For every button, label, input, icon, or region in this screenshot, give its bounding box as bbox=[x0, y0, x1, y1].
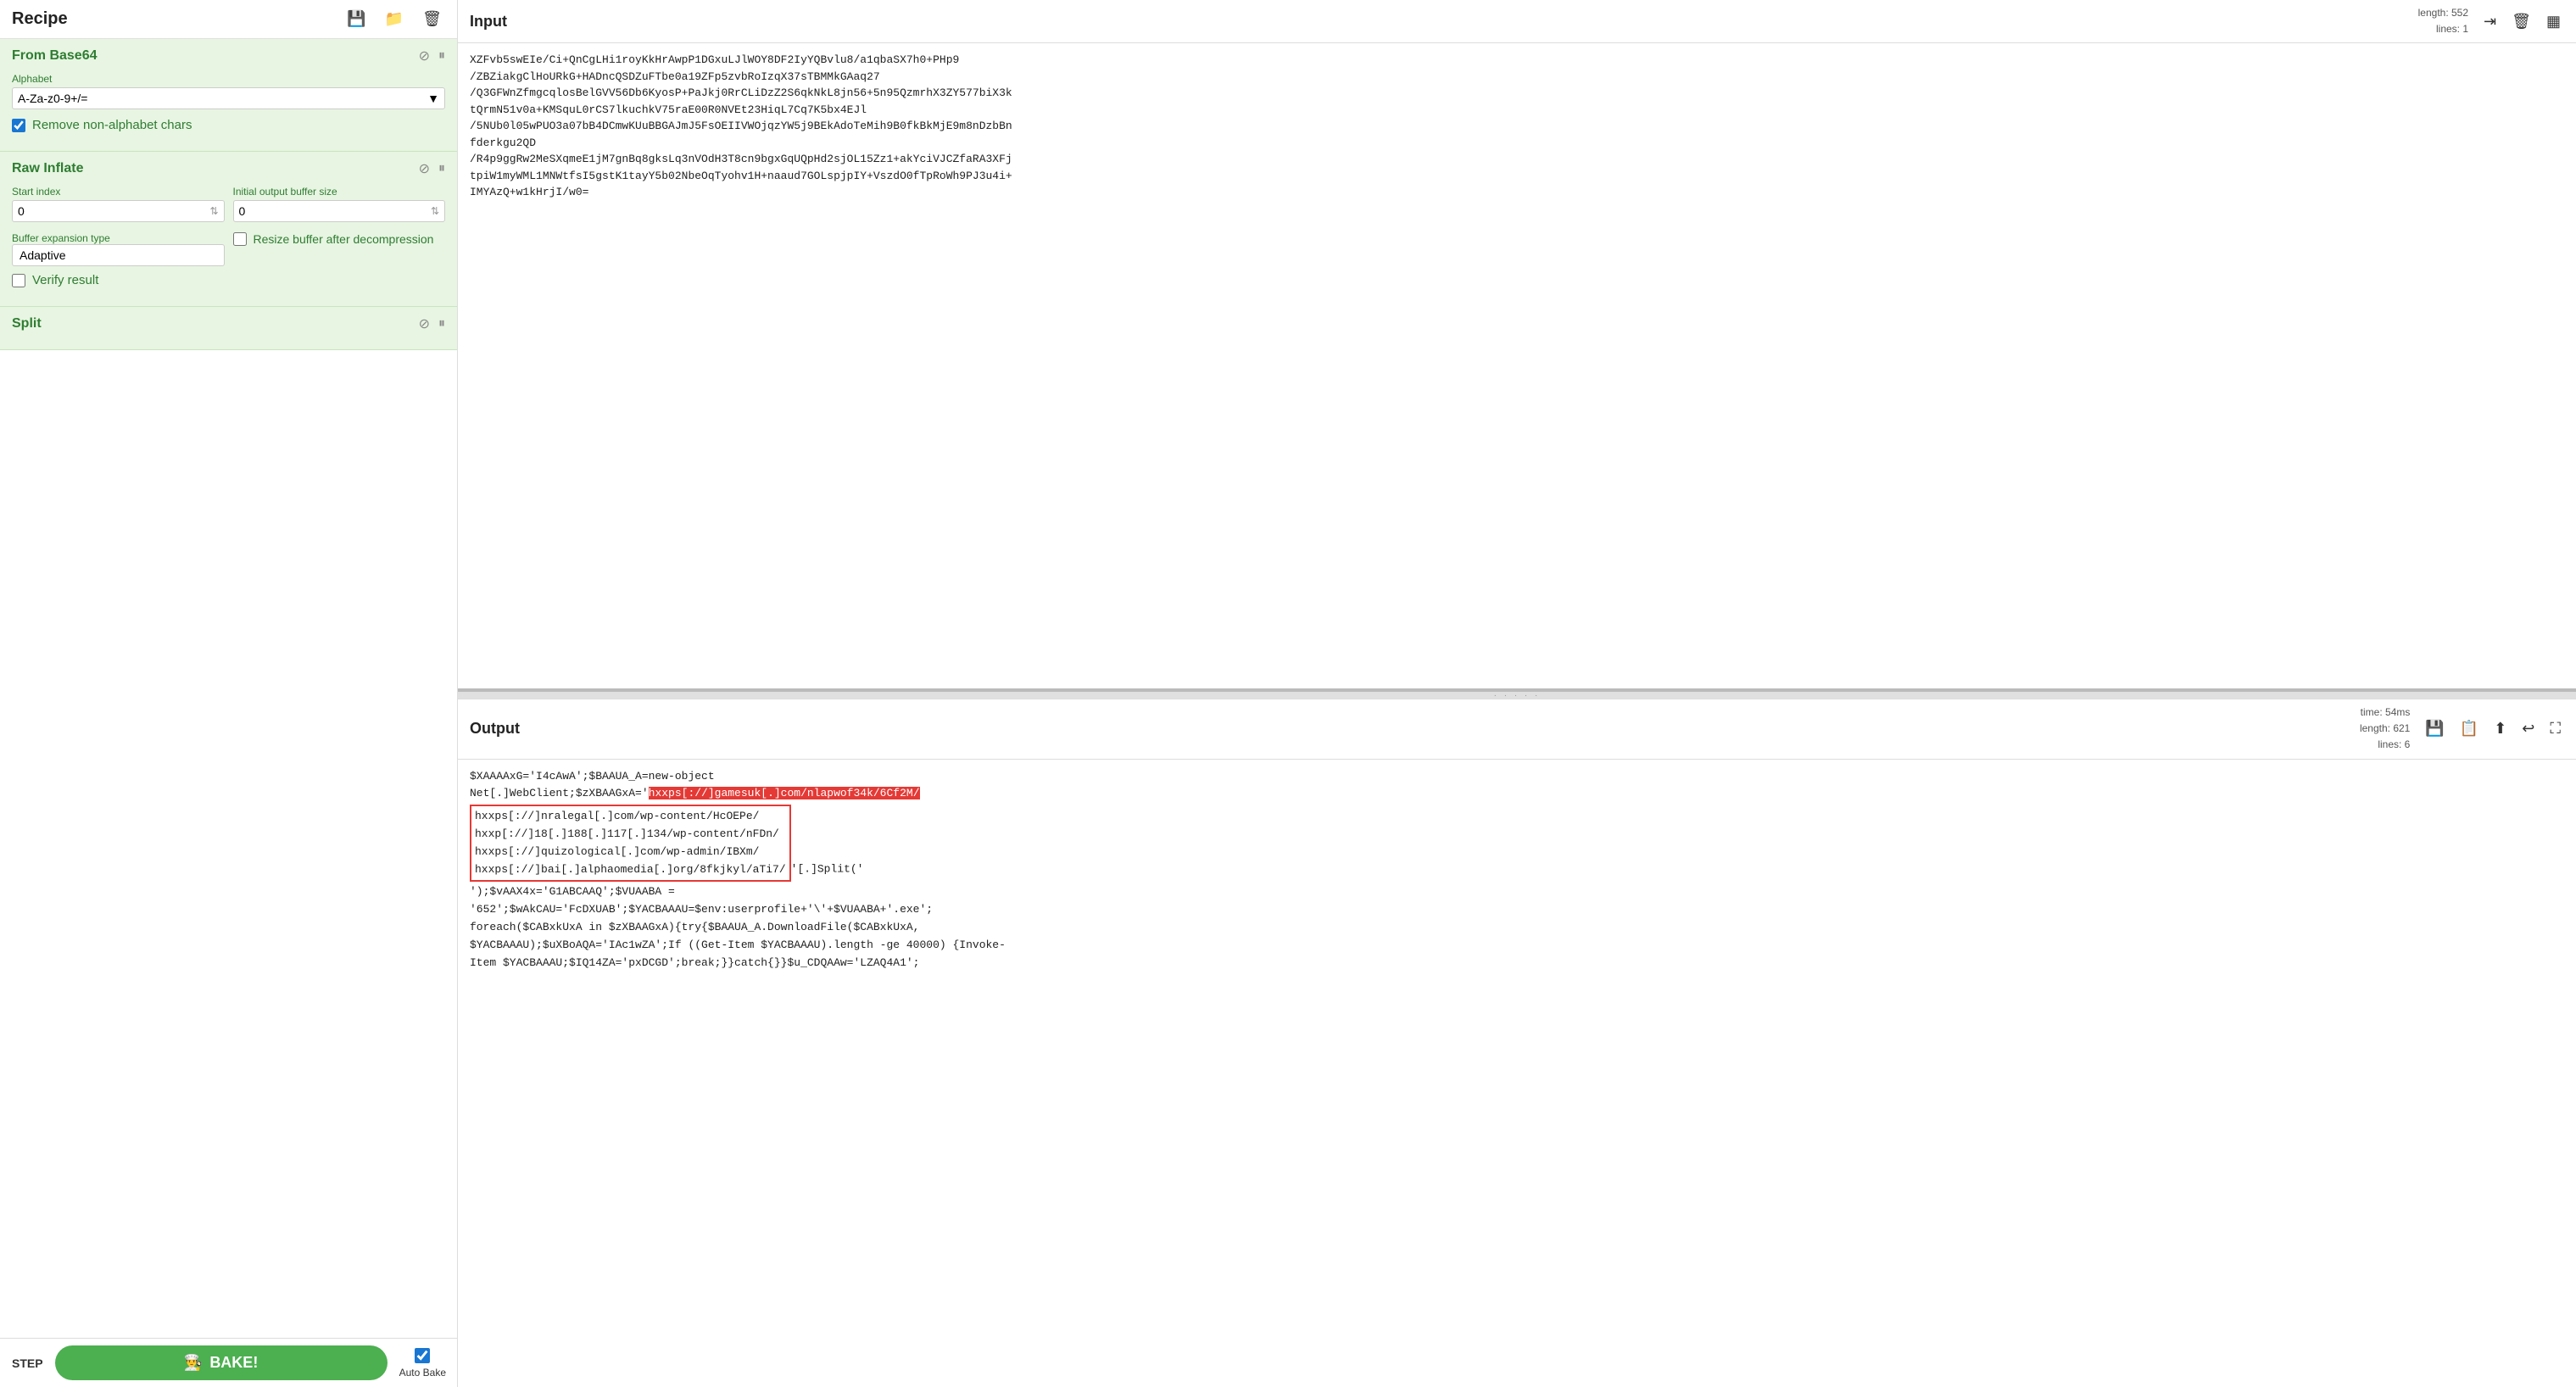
io-divider[interactable]: · · · · · bbox=[458, 692, 2576, 699]
raw-inflate-header: Raw Inflate ⊘ ⏸ bbox=[12, 160, 445, 177]
output-lines-value: 6 bbox=[2405, 738, 2411, 750]
resize-buffer-checkbox[interactable] bbox=[233, 232, 247, 246]
input-icons: ⇥ 🗑 ▦ bbox=[2480, 11, 2564, 32]
buffer-expansion-label: Buffer expansion type bbox=[12, 232, 110, 244]
raw-inflate-disable-button[interactable]: ⊘ bbox=[419, 160, 430, 177]
output-copy-button[interactable]: 📋 bbox=[2456, 718, 2482, 739]
save-recipe-button[interactable]: 💾 bbox=[343, 8, 369, 30]
input-content[interactable]: XZFvb5swEIe/Ci+QnCgLHi1royKkHrAwpP1DGxuL… bbox=[458, 43, 2576, 688]
raw-inflate-card: Raw Inflate ⊘ ⏸ Start index ⇅ Initial ou… bbox=[0, 152, 457, 307]
resize-buffer-group: Resize buffer after decompression bbox=[233, 231, 446, 246]
input-section: Input length: 552 lines: 1 ⇥ 🗑 ▦ XZFvb5s… bbox=[458, 0, 2576, 692]
start-index-stepper-icon[interactable]: ⇅ bbox=[209, 205, 218, 217]
verify-result-row: Verify result bbox=[12, 273, 445, 287]
recipe-header-icons: 💾 📁 🗑 bbox=[343, 8, 445, 30]
output-time-label: time: bbox=[2361, 706, 2385, 718]
bake-icon: 👨‍🍳 bbox=[184, 1354, 203, 1372]
recipe-title: Recipe bbox=[12, 9, 343, 29]
right-panel: Input length: 552 lines: 1 ⇥ 🗑 ▦ XZFvb5s… bbox=[458, 0, 2576, 1387]
alphabet-value: A-Za-z0-9+/= bbox=[18, 92, 87, 105]
alphabet-field-group: Alphabet A-Za-z0-9+/= ▼ bbox=[12, 73, 445, 109]
split-disable-button[interactable]: ⊘ bbox=[419, 315, 430, 332]
output-time-value: 54ms bbox=[2385, 706, 2410, 718]
left-panel: Recipe 💾 📁 🗑 From Base64 ⊘ ⏸ Alphabet A-… bbox=[0, 0, 458, 1387]
from-base64-card: From Base64 ⊘ ⏸ Alphabet A-Za-z0-9+/= ▼ … bbox=[0, 39, 457, 152]
input-title: Input bbox=[470, 13, 2418, 31]
start-index-input[interactable] bbox=[18, 204, 209, 218]
output-share-button[interactable]: ⬆ bbox=[2490, 718, 2510, 739]
alphabet-label: Alphabet bbox=[12, 73, 445, 85]
from-base64-pause-button[interactable]: ⏸ bbox=[438, 48, 445, 64]
step-label: STEP bbox=[12, 1356, 43, 1370]
delete-recipe-button[interactable]: 🗑 bbox=[419, 8, 445, 30]
buffer-expansion-value: Adaptive bbox=[20, 248, 65, 262]
initial-buffer-input-wrapper: ⇅ bbox=[233, 200, 446, 222]
start-index-input-wrapper: ⇅ bbox=[12, 200, 225, 222]
inflate-fields-row: Start index ⇅ Initial output buffer size… bbox=[12, 186, 445, 222]
start-index-label: Start index bbox=[12, 186, 225, 198]
output-length-value: 621 bbox=[2393, 722, 2410, 734]
initial-buffer-stepper-icon[interactable]: ⇅ bbox=[431, 205, 439, 217]
output-section: Output time: 54ms length: 621 lines: 6 💾… bbox=[458, 699, 2576, 1387]
output-title: Output bbox=[470, 720, 2360, 738]
auto-bake-label: Auto Bake bbox=[399, 1367, 446, 1379]
output-icons: 💾 📋 ⬆ ↩ ⛶ bbox=[2422, 718, 2564, 739]
verify-result-label: Verify result bbox=[32, 273, 98, 287]
raw-inflate-pause-button[interactable]: ⏸ bbox=[438, 161, 445, 176]
output-undo-button[interactable]: ↩ bbox=[2518, 718, 2538, 739]
input-length-label: length: bbox=[2418, 7, 2451, 19]
input-load-button[interactable]: ⇥ bbox=[2480, 11, 2500, 32]
verify-result-checkbox[interactable] bbox=[12, 274, 25, 287]
input-length-value: 552 bbox=[2451, 7, 2468, 19]
remove-nonalpha-label: Remove non-alphabet chars bbox=[32, 118, 192, 132]
buffer-expansion-row: Buffer expansion type Adaptive Resize bu… bbox=[12, 231, 445, 266]
alphabet-dropdown-icon: ▼ bbox=[427, 92, 439, 105]
output-url-box: hxxps[://]nralegal[.]com/wp-content/HcOE… bbox=[470, 805, 791, 882]
recipe-scroll-area: From Base64 ⊘ ⏸ Alphabet A-Za-z0-9+/= ▼ … bbox=[0, 39, 457, 1387]
split-pause-button[interactable]: ⏸ bbox=[438, 316, 445, 331]
initial-buffer-group: Initial output buffer size ⇅ bbox=[233, 186, 446, 222]
remove-nonalpha-checkbox[interactable] bbox=[12, 119, 25, 132]
bake-button[interactable]: 👨‍🍳 BAKE! bbox=[55, 1345, 388, 1380]
output-highlight-inline: hxxps[://]gamesuk[.]com/nlapwof34k/6Cf2M… bbox=[649, 787, 920, 799]
initial-buffer-input[interactable] bbox=[239, 204, 431, 218]
from-base64-controls: ⊘ ⏸ bbox=[419, 47, 445, 64]
input-header: Input length: 552 lines: 1 ⇥ 🗑 ▦ bbox=[458, 0, 2576, 43]
output-lines-label: lines: bbox=[2378, 738, 2404, 750]
input-clear-button[interactable]: 🗑 bbox=[2508, 11, 2534, 32]
split-card: Split ⊘ ⏸ bbox=[0, 307, 457, 350]
buffer-expansion-select[interactable]: Adaptive bbox=[12, 244, 225, 266]
output-expand-button[interactable]: ⛶ bbox=[2546, 718, 2564, 739]
split-header: Split ⊘ ⏸ bbox=[12, 315, 445, 332]
from-base64-title: From Base64 bbox=[12, 48, 98, 64]
split-controls: ⊘ ⏸ bbox=[419, 315, 445, 332]
bake-label: BAKE! bbox=[209, 1354, 258, 1372]
split-title: Split bbox=[12, 316, 42, 331]
input-lines-value: 1 bbox=[2462, 23, 2468, 35]
raw-inflate-controls: ⊘ ⏸ bbox=[419, 160, 445, 177]
alphabet-select[interactable]: A-Za-z0-9+/= ▼ bbox=[12, 87, 445, 109]
input-layout-button[interactable]: ▦ bbox=[2543, 11, 2564, 32]
recipe-header: Recipe 💾 📁 🗑 bbox=[0, 0, 457, 39]
output-meta: time: 54ms length: 621 lines: 6 bbox=[2360, 705, 2410, 754]
resize-buffer-label: Resize buffer after decompression bbox=[254, 232, 434, 246]
output-header: Output time: 54ms length: 621 lines: 6 💾… bbox=[458, 699, 2576, 760]
remove-nonalpha-row: Remove non-alphabet chars bbox=[12, 118, 445, 132]
open-folder-button[interactable]: 📁 bbox=[382, 8, 407, 30]
initial-buffer-label: Initial output buffer size bbox=[233, 186, 446, 198]
from-base64-header: From Base64 ⊘ ⏸ bbox=[12, 47, 445, 64]
input-lines-label: lines: bbox=[2436, 23, 2462, 35]
buffer-expansion-group: Buffer expansion type Adaptive bbox=[12, 231, 225, 266]
input-meta: length: 552 lines: 1 bbox=[2418, 5, 2468, 37]
from-base64-disable-button[interactable]: ⊘ bbox=[419, 47, 430, 64]
start-index-group: Start index ⇅ bbox=[12, 186, 225, 222]
output-content[interactable]: $XAAAAxG='I4cAwA';$BAAUA_A=new-object Ne… bbox=[458, 760, 2576, 1387]
bottom-bar: STEP 👨‍🍳 BAKE! Auto Bake bbox=[0, 1338, 458, 1387]
raw-inflate-title: Raw Inflate bbox=[12, 161, 83, 176]
auto-bake-area[interactable]: Auto Bake bbox=[399, 1348, 446, 1379]
output-save-button[interactable]: 💾 bbox=[2422, 718, 2447, 739]
output-length-label: length: bbox=[2360, 722, 2393, 734]
auto-bake-checkbox[interactable] bbox=[415, 1348, 430, 1363]
